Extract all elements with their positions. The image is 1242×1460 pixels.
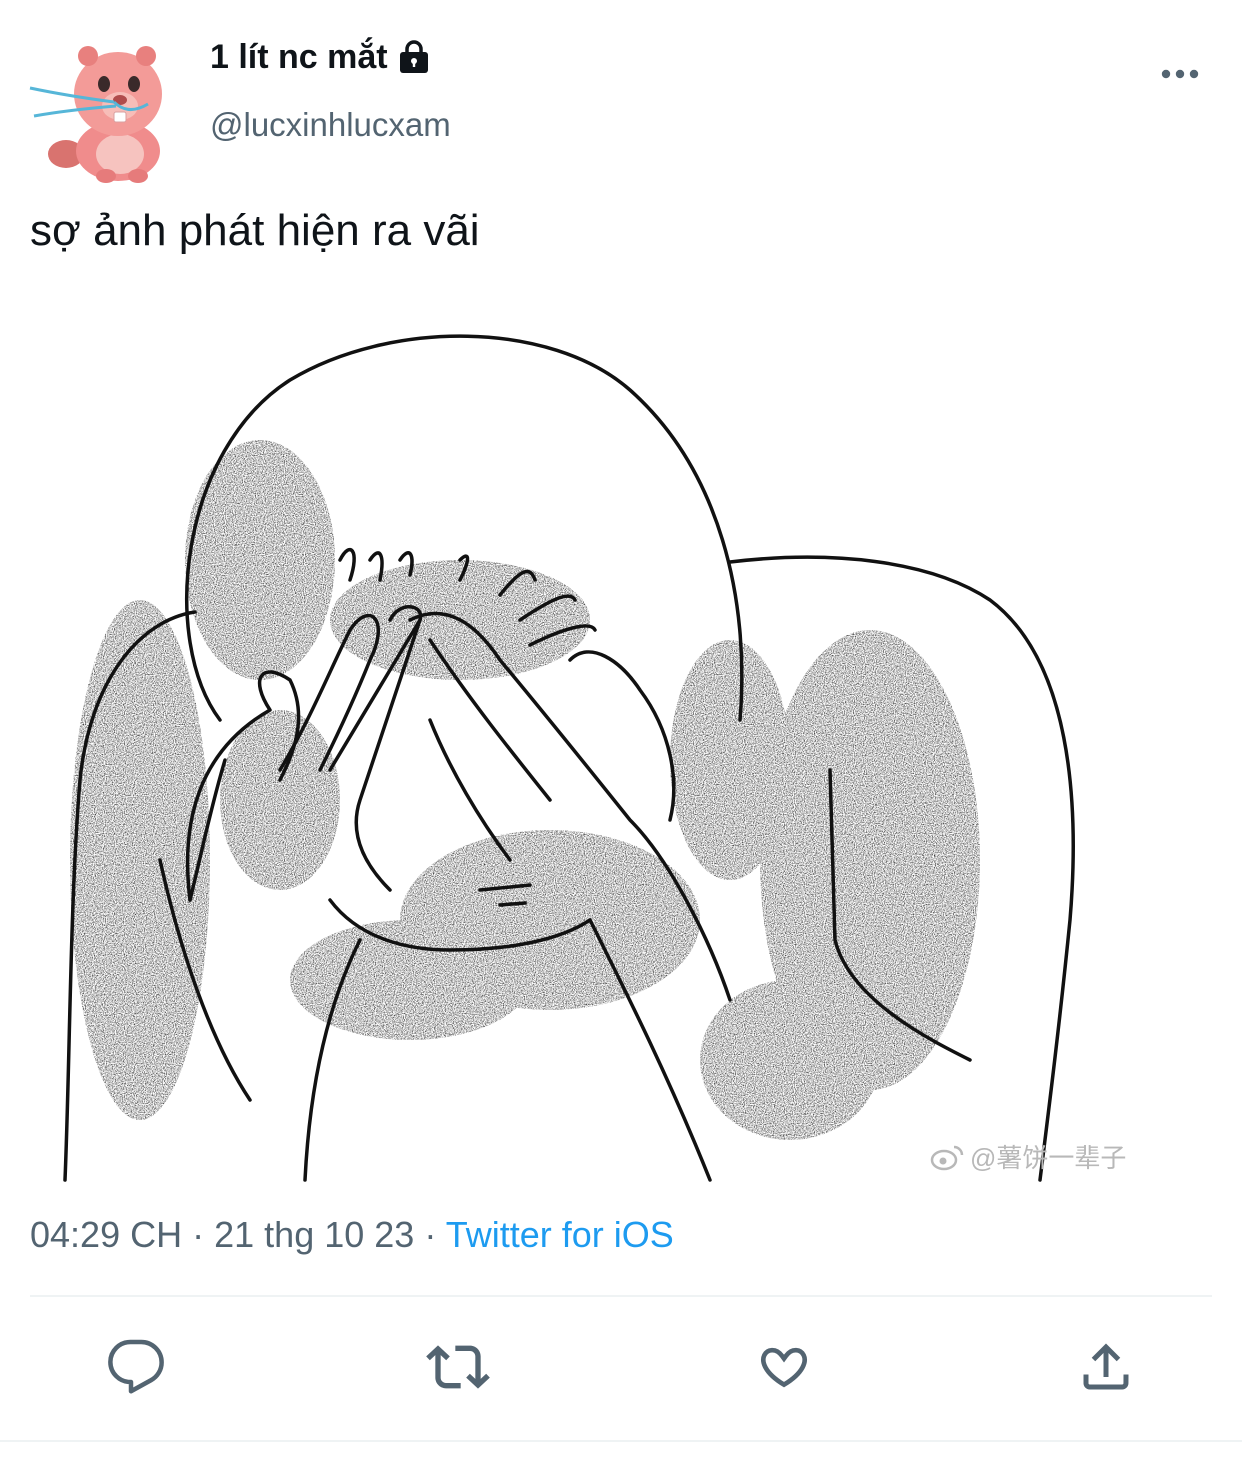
reply-button[interactable] bbox=[104, 1335, 168, 1399]
weibo-icon bbox=[930, 1145, 964, 1170]
more-options-button[interactable] bbox=[1150, 56, 1210, 92]
avatar[interactable] bbox=[28, 26, 178, 186]
retweet-icon bbox=[426, 1345, 490, 1389]
share-button[interactable] bbox=[1074, 1335, 1138, 1399]
tweet-media-image[interactable]: @薯饼一辈子 bbox=[30, 300, 1210, 1190]
tweet-detail: 1 lít nc mắt @lucxinhlucxam sợ ảnh phát … bbox=[0, 0, 1242, 1460]
display-name-text: 1 lít nc mắt bbox=[210, 38, 388, 76]
like-button[interactable] bbox=[752, 1335, 816, 1399]
media-watermark-text: @薯饼一辈子 bbox=[970, 1143, 1127, 1173]
media-watermark: @薯饼一辈子 bbox=[930, 1138, 1126, 1175]
retweet-button[interactable] bbox=[426, 1335, 490, 1399]
more-icon bbox=[1161, 69, 1199, 79]
display-name[interactable]: 1 lít nc mắt bbox=[210, 38, 432, 77]
crying-figure-illustration bbox=[30, 300, 1210, 1190]
tweet-meta: 04:29 CH · 21 thg 10 23 · Twitter for iO… bbox=[30, 1214, 674, 1256]
pink-beaver-avatar-icon bbox=[29, 46, 162, 183]
tweet-time[interactable]: 04:29 CH bbox=[30, 1214, 182, 1255]
heart-icon bbox=[761, 1347, 807, 1388]
lock-icon bbox=[396, 39, 432, 76]
meta-separator: · bbox=[192, 1214, 205, 1255]
share-icon bbox=[1083, 1343, 1129, 1390]
divider bbox=[30, 1295, 1212, 1297]
tweet-source-link[interactable]: Twitter for iOS bbox=[446, 1214, 674, 1255]
meta-separator: · bbox=[424, 1214, 437, 1255]
user-handle[interactable]: @lucxinhlucxam bbox=[210, 106, 451, 144]
tweet-text: sợ ảnh phát hiện ra vãi bbox=[30, 206, 480, 255]
reply-icon bbox=[108, 1339, 164, 1394]
divider bbox=[0, 1440, 1242, 1442]
tweet-date[interactable]: 21 thg 10 23 bbox=[214, 1214, 414, 1255]
